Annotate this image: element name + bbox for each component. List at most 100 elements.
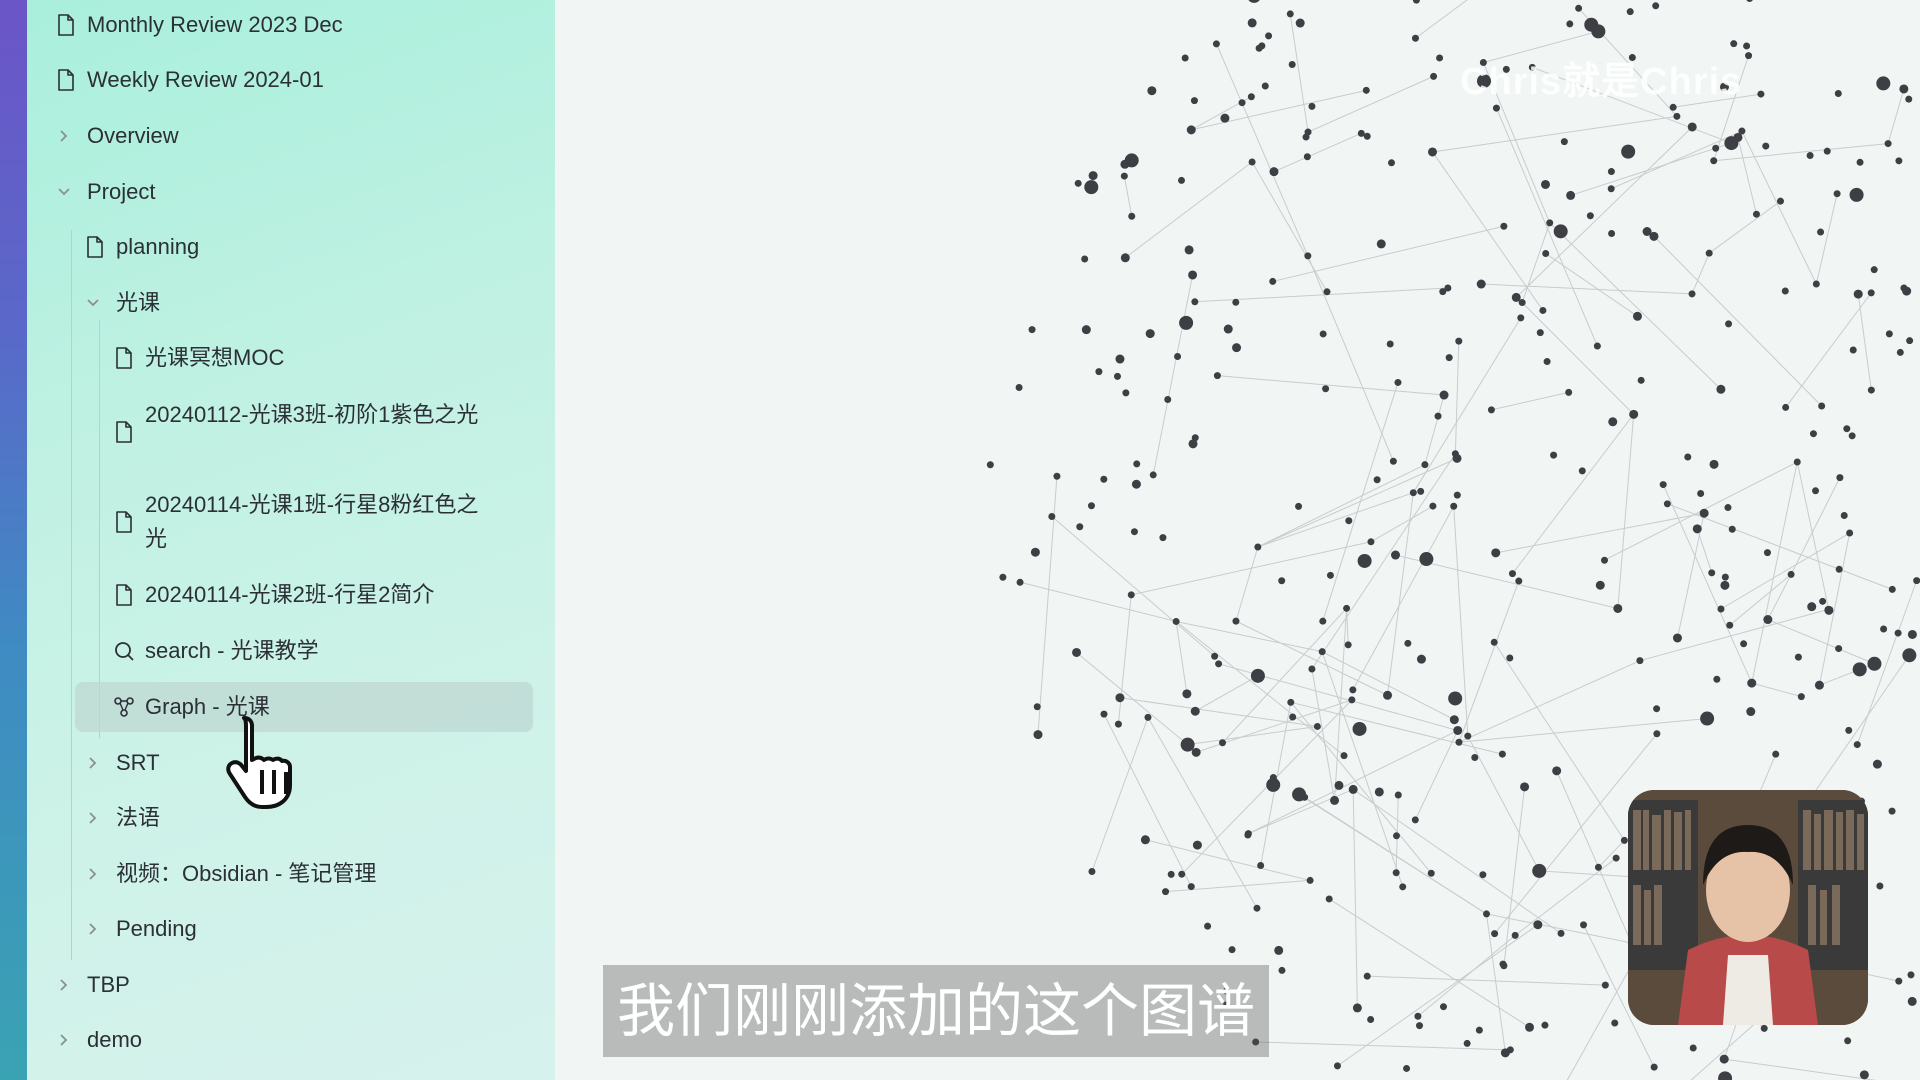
graph-node[interactable] — [1388, 159, 1396, 167]
graph-node[interactable] — [1319, 617, 1327, 625]
graph-node[interactable] — [1133, 460, 1141, 468]
graph-node[interactable] — [1557, 929, 1565, 937]
chevron-right-icon[interactable] — [55, 968, 73, 1002]
graph-node[interactable] — [1719, 1054, 1729, 1064]
graph-node[interactable] — [1913, 577, 1920, 585]
graph-node[interactable] — [1552, 766, 1562, 776]
graph-node[interactable] — [1475, 1026, 1483, 1034]
graph-node[interactable] — [1074, 179, 1082, 187]
graph-node[interactable] — [1131, 479, 1141, 489]
graph-node[interactable] — [1313, 722, 1321, 730]
graph-node[interactable] — [1072, 647, 1082, 657]
graph-node[interactable] — [1269, 277, 1277, 285]
graph-node[interactable] — [1177, 176, 1185, 184]
folder-item-demo[interactable]: demo — [55, 1023, 142, 1057]
graph-node[interactable] — [1500, 962, 1508, 970]
graph-node[interactable] — [1352, 1003, 1362, 1013]
graph-node[interactable] — [1149, 471, 1157, 479]
graph-node[interactable] — [1219, 739, 1227, 747]
graph-node[interactable] — [1448, 691, 1463, 706]
graph-node[interactable] — [1620, 836, 1628, 844]
graph-node[interactable] — [1539, 306, 1547, 314]
chevron-right-icon[interactable] — [84, 801, 102, 835]
graph-node[interactable] — [1362, 86, 1370, 94]
graph-node[interactable] — [1190, 706, 1200, 716]
graph-node[interactable] — [1724, 504, 1732, 512]
graph-node[interactable] — [1566, 190, 1576, 200]
graph-node[interactable] — [1717, 605, 1725, 613]
graph-node[interactable] — [1885, 330, 1893, 338]
graph-node[interactable] — [1843, 425, 1851, 433]
graph-node[interactable] — [1787, 570, 1795, 578]
graph-node[interactable] — [1835, 565, 1843, 573]
graph-node[interactable] — [1776, 197, 1784, 205]
graph-node[interactable] — [1593, 342, 1601, 350]
graph-node[interactable] — [1720, 580, 1730, 590]
graph-node[interactable] — [999, 573, 1007, 581]
graph-node[interactable] — [1288, 61, 1296, 69]
graph-node[interactable] — [1088, 171, 1098, 181]
graph-node[interactable] — [1491, 548, 1501, 558]
graph-node[interactable] — [1248, 158, 1256, 166]
chevron-down-icon[interactable] — [55, 175, 73, 209]
graph-node[interactable] — [1607, 168, 1615, 176]
graph-node[interactable] — [1373, 476, 1381, 484]
folder-item-video[interactable]: 视频：Obsidian - 笔记管理 — [84, 857, 376, 891]
file-item-weekly-review[interactable]: Weekly Review 2024-01 — [55, 63, 324, 97]
file-item-planning[interactable]: planning — [84, 230, 199, 264]
graph-node[interactable] — [1220, 113, 1230, 123]
graph-node[interactable] — [1318, 648, 1326, 656]
chevron-right-icon[interactable] — [84, 912, 102, 946]
graph-node[interactable] — [1122, 389, 1130, 397]
graph-node[interactable] — [1532, 863, 1547, 878]
graph-node[interactable] — [1725, 320, 1733, 328]
graph-node[interactable] — [1048, 513, 1056, 521]
graph-node[interactable] — [1115, 693, 1125, 703]
graph-node[interactable] — [1833, 190, 1841, 198]
folder-item-guangke[interactable]: 光课 — [84, 286, 160, 320]
graph-node[interactable] — [1120, 253, 1130, 263]
graph-node[interactable] — [1445, 354, 1453, 362]
graph-node[interactable] — [1726, 621, 1734, 629]
graph-node[interactable] — [1333, 1062, 1341, 1070]
graph-node[interactable] — [1840, 511, 1848, 519]
folder-item-srt[interactable]: SRT — [84, 746, 160, 780]
graph-node[interactable] — [1565, 388, 1573, 396]
graph-node[interactable] — [1611, 1019, 1619, 1027]
graph-node[interactable] — [1349, 686, 1357, 694]
graph-node[interactable] — [1636, 657, 1644, 665]
graph-node[interactable] — [1629, 409, 1639, 419]
graph-node[interactable] — [1449, 715, 1459, 725]
graph-node[interactable] — [1730, 40, 1738, 48]
graph-node[interactable] — [1419, 552, 1434, 567]
graph-node[interactable] — [1306, 876, 1314, 884]
folder-item-project[interactable]: Project — [55, 175, 155, 209]
graph-node[interactable] — [1439, 390, 1449, 400]
graph-node[interactable] — [1812, 280, 1820, 288]
graph-node[interactable] — [1902, 648, 1917, 663]
graph-node[interactable] — [1876, 882, 1884, 890]
graph-node[interactable] — [1652, 2, 1660, 10]
graph-node[interactable] — [1594, 863, 1602, 871]
graph-node[interactable] — [1566, 20, 1574, 28]
file-item-moc[interactable]: 光课冥想MOC — [113, 341, 284, 375]
graph-node[interactable] — [1752, 210, 1760, 218]
graph-node[interactable] — [1463, 1039, 1471, 1047]
graph-node[interactable] — [1464, 732, 1472, 740]
graph-node[interactable] — [1348, 696, 1356, 704]
graph-node[interactable] — [1439, 1003, 1447, 1011]
graph-node[interactable] — [1326, 571, 1334, 579]
graph-node[interactable] — [1147, 86, 1157, 96]
graph-node[interactable] — [1876, 76, 1891, 91]
graph-node[interactable] — [1716, 384, 1726, 394]
graph-node[interactable] — [1455, 337, 1463, 345]
graph-node[interactable] — [1845, 726, 1853, 734]
graph-node[interactable] — [1215, 660, 1223, 668]
graph-node[interactable] — [1500, 1048, 1510, 1058]
graph-node[interactable] — [1586, 212, 1594, 220]
graph-node[interactable] — [1543, 358, 1551, 366]
graph-node[interactable] — [1713, 675, 1721, 683]
graph-node[interactable] — [1186, 125, 1196, 135]
graph-node[interactable] — [1902, 286, 1912, 296]
graph-node[interactable] — [1287, 698, 1295, 706]
